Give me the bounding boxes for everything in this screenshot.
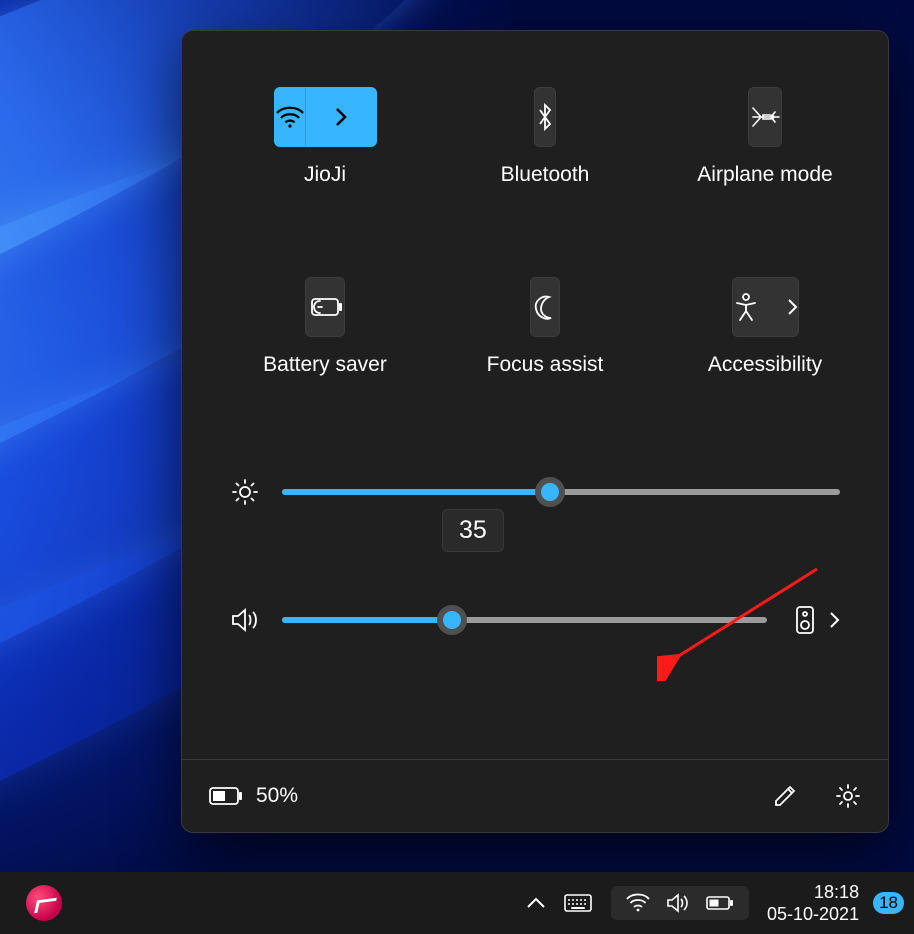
- battery-saver-icon: [306, 294, 344, 320]
- volume-slider-row: [230, 605, 840, 635]
- brightness-slider-thumb[interactable]: [535, 477, 565, 507]
- volume-icon: [230, 606, 260, 634]
- edit-quick-settings-button[interactable]: [772, 783, 798, 809]
- chevron-right-icon: [334, 106, 348, 128]
- wifi-toggle-main[interactable]: [275, 88, 306, 146]
- battery-icon: [705, 894, 735, 912]
- settings-button[interactable]: [834, 782, 862, 810]
- chevron-right-icon: [787, 298, 798, 316]
- airplane-mode-toggle[interactable]: [748, 87, 782, 147]
- volume-icon: [665, 892, 691, 914]
- battery-percent-label: 50%: [256, 784, 298, 808]
- show-hidden-icons-button[interactable]: [517, 872, 555, 934]
- battery-saver-toggle[interactable]: [305, 277, 345, 337]
- battery-status[interactable]: 50%: [208, 784, 298, 808]
- volume-slider-thumb[interactable]: [437, 605, 467, 635]
- brightness-slider[interactable]: [282, 489, 840, 495]
- bluetooth-label: Bluetooth: [501, 163, 590, 187]
- audio-output-button[interactable]: [795, 605, 840, 635]
- chevron-right-icon: [829, 611, 840, 629]
- taskbar-clock[interactable]: 18:18 05-10-2021: [759, 881, 867, 925]
- taskbar-time: 18:18: [814, 881, 859, 903]
- pencil-icon: [772, 783, 798, 809]
- brightness-icon: [230, 477, 260, 507]
- taskbar-app-icon[interactable]: [26, 885, 62, 921]
- wifi-icon: [275, 105, 305, 129]
- wifi-label: JioJi: [304, 163, 346, 187]
- accessibility-toggle[interactable]: [732, 277, 799, 337]
- wifi-toggle[interactable]: [274, 87, 377, 147]
- battery-saver-label: Battery saver: [263, 353, 387, 377]
- accessibility-label: Accessibility: [708, 353, 822, 377]
- volume-tooltip: 35: [442, 509, 504, 552]
- taskbar-system-tray[interactable]: [611, 886, 749, 920]
- wifi-expand-button[interactable]: [306, 88, 376, 146]
- airplane-mode-label: Airplane mode: [697, 163, 832, 187]
- chevron-up-icon: [525, 895, 547, 911]
- taskbar-keyboard-button[interactable]: [555, 872, 601, 934]
- volume-slider[interactable]: [282, 617, 767, 623]
- wifi-icon: [625, 893, 651, 913]
- brightness-slider-row: 35: [230, 477, 840, 507]
- bluetooth-icon: [535, 101, 555, 133]
- taskbar: 18:18 05-10-2021 18: [0, 872, 914, 934]
- speaker-device-icon: [795, 605, 815, 635]
- taskbar-date: 05-10-2021: [767, 903, 859, 925]
- notification-badge[interactable]: 18: [873, 892, 904, 914]
- accessibility-icon: [733, 292, 759, 322]
- battery-icon: [208, 785, 244, 807]
- quick-settings-panel: JioJi Bluetooth Airplane mode: [181, 30, 889, 833]
- focus-assist-toggle[interactable]: [530, 277, 560, 337]
- focus-assist-label: Focus assist: [487, 353, 604, 377]
- quick-settings-footer: 50%: [182, 759, 888, 832]
- airplane-icon: [749, 102, 781, 132]
- gear-icon: [834, 782, 862, 810]
- moon-icon: [531, 293, 559, 321]
- bluetooth-toggle[interactable]: [534, 87, 556, 147]
- keyboard-icon: [563, 892, 593, 914]
